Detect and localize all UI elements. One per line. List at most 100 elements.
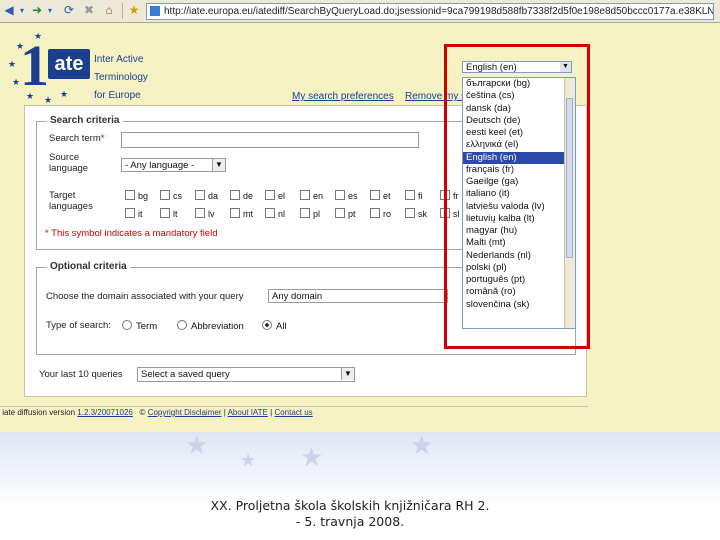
language-checkbox-it[interactable]: it — [125, 208, 143, 220]
radio-term[interactable]: Term — [122, 320, 157, 332]
version-link[interactable]: 1.2.3/20071026 — [77, 408, 133, 417]
language-checkbox-lv[interactable]: lv — [195, 208, 215, 220]
language-code: fi — [418, 191, 423, 201]
checkbox-box[interactable] — [300, 208, 310, 218]
iate-logo: ★ ★ ★ ★ ★ ★ ★ 1 ate Inter Active Termino… — [4, 29, 194, 107]
language-checkbox-pt[interactable]: pt — [335, 208, 356, 220]
page-footer: iate diffusion version 1.2.3/20071026 © … — [0, 406, 588, 419]
checkbox-box[interactable] — [370, 190, 380, 200]
checkbox-box[interactable] — [335, 190, 345, 200]
about-link[interactable]: About IATE — [228, 408, 268, 417]
language-checkbox-es[interactable]: es — [335, 190, 358, 202]
language-checkbox-en[interactable]: en — [300, 190, 323, 202]
language-code: bg — [138, 191, 149, 201]
checkbox-box[interactable] — [230, 190, 240, 200]
language-checkbox-pl[interactable]: pl — [300, 208, 320, 220]
language-checkbox-sk[interactable]: sk — [405, 208, 427, 220]
language-code: mt — [243, 209, 253, 219]
source-language-value: - Any language - — [125, 160, 195, 171]
type-of-search-label: Type of search: — [46, 320, 111, 331]
optional-criteria-legend: Optional criteria — [47, 261, 130, 272]
decorative-star-icon: ★ — [300, 442, 324, 472]
language-checkbox-bg[interactable]: bg — [125, 190, 148, 202]
checkbox-box[interactable] — [300, 190, 310, 200]
language-checkbox-lt[interactable]: lt — [160, 208, 178, 220]
copyright-link[interactable]: Copyright Disclaimer — [148, 408, 222, 417]
target-languages-label: Target languages — [49, 190, 93, 212]
stop-icon[interactable]: ✖ — [82, 3, 96, 18]
home-icon[interactable]: ⌂ — [102, 3, 116, 18]
checkbox-box[interactable] — [160, 208, 170, 218]
logo-mark: 1 — [20, 33, 49, 98]
chevron-down-icon: ▼ — [212, 159, 225, 171]
bookmark-icon[interactable]: ★ — [127, 3, 141, 18]
mandatory-note: * This symbol indicates a mandatory fiel… — [45, 228, 218, 239]
page-favicon-icon — [150, 6, 160, 16]
copyright-icon: © — [139, 408, 146, 417]
language-checkbox-ro[interactable]: ro — [370, 208, 391, 220]
language-checkbox-el[interactable]: el — [265, 190, 285, 202]
language-code: pt — [348, 209, 356, 219]
radio-circle[interactable] — [122, 320, 132, 330]
language-code: de — [243, 191, 254, 201]
checkbox-box[interactable] — [265, 208, 275, 218]
version-prefix: iate diffusion version — [2, 408, 76, 417]
language-code: nl — [278, 209, 286, 219]
contact-link[interactable]: Contact us — [274, 408, 312, 417]
radio-term-label: Term — [136, 321, 158, 332]
saved-query-select[interactable]: Select a saved query ▼ — [137, 367, 355, 382]
slide-caption: XX. Proljetna škola školskih knjižničara… — [150, 498, 550, 530]
back-dropdown-icon[interactable]: ▾ — [18, 3, 26, 18]
language-checkbox-de[interactable]: de — [230, 190, 253, 202]
language-code: et — [383, 191, 391, 201]
mandatory-note-text: * This symbol indicates a mandatory fiel… — [45, 228, 218, 239]
checkbox-box[interactable] — [195, 208, 205, 218]
annotation-highlight-box — [444, 44, 590, 349]
domain-select[interactable]: Any domain — [268, 289, 448, 303]
toolbar-separator — [122, 3, 123, 19]
checkbox-box[interactable] — [125, 208, 135, 218]
language-checkbox-nl[interactable]: nl — [265, 208, 285, 220]
radio-circle-selected[interactable] — [262, 320, 272, 330]
checkbox-box[interactable] — [125, 190, 135, 200]
language-code: da — [208, 191, 219, 201]
reload-icon[interactable]: ⟳ — [62, 3, 76, 18]
language-code: es — [348, 191, 358, 201]
back-icon[interactable]: ◀ — [2, 3, 16, 18]
checkbox-box[interactable] — [265, 190, 275, 200]
checkbox-box[interactable] — [160, 190, 170, 200]
radio-circle[interactable] — [177, 320, 187, 330]
checkbox-box[interactable] — [405, 190, 415, 200]
required-asterisk: * — [100, 133, 105, 144]
language-checkbox-da[interactable]: da — [195, 190, 218, 202]
search-term-label: Search term* — [49, 133, 104, 144]
language-checkbox-mt[interactable]: mt — [230, 208, 253, 220]
search-term-input[interactable] — [121, 132, 419, 148]
checkbox-box[interactable] — [335, 208, 345, 218]
address-bar[interactable]: http://iate.europa.eu/iatediff/SearchByQ… — [146, 3, 714, 20]
language-checkbox-fi[interactable]: fi — [405, 190, 423, 202]
logo-star-icon: ★ — [8, 59, 17, 69]
language-checkbox-et[interactable]: et — [370, 190, 391, 202]
forward-dropdown-icon[interactable]: ▾ — [46, 3, 54, 18]
checkbox-box[interactable] — [405, 208, 415, 218]
decorative-star-icon: ★ — [410, 430, 434, 460]
language-checkbox-cs[interactable]: cs — [160, 190, 182, 202]
logo-ate-badge: ate — [48, 49, 90, 79]
forward-icon[interactable]: ➜ — [30, 3, 44, 18]
checkbox-box[interactable] — [230, 208, 240, 218]
source-language-select[interactable]: - Any language - ▼ — [121, 158, 226, 172]
logo-tagline-line1: Inter Active Terminology — [94, 54, 148, 83]
address-url: http://iate.europa.eu/iatediff/SearchByQ… — [164, 6, 714, 17]
checkbox-box[interactable] — [370, 208, 380, 218]
logo-star-icon: ★ — [12, 77, 21, 87]
radio-abbreviation[interactable]: Abbreviation — [177, 320, 244, 332]
checkbox-box[interactable] — [195, 190, 205, 200]
search-criteria-legend: Search criteria — [47, 115, 123, 126]
language-code: cs — [173, 191, 182, 201]
saved-query-value: Select a saved query — [141, 369, 230, 380]
search-preferences-link[interactable]: My search preferences — [292, 91, 394, 102]
domain-value: Any domain — [272, 291, 323, 302]
radio-all[interactable]: All — [262, 320, 287, 332]
logo-tagline-line2: for Europe — [94, 90, 141, 101]
